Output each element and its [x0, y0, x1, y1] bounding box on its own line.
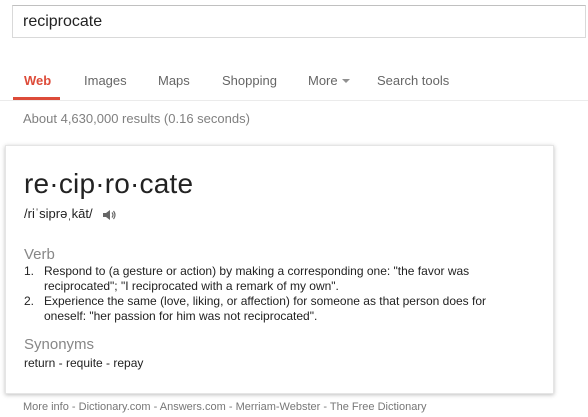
tab-search-tools[interactable]: Search tools: [377, 73, 449, 88]
tab-more[interactable]: More: [308, 73, 350, 88]
synonyms-list: return - requite - repay: [24, 356, 144, 370]
dictionary-sources: More info - Dictionary.com - Answers.com…: [23, 401, 427, 413]
pronunciation: /riˈsiprəˌkāt/: [24, 206, 93, 221]
tab-maps[interactable]: Maps: [158, 73, 190, 88]
separator: -: [225, 401, 236, 413]
definitions-list: 1. Respond to (a gesture or action) by m…: [24, 264, 524, 324]
dictionary-com-link[interactable]: Dictionary.com: [79, 401, 151, 413]
definition-item: 2. Experience the same (love, liking, or…: [24, 294, 524, 324]
definition-text: Respond to (a gesture or action) by maki…: [44, 264, 470, 293]
search-box[interactable]: [12, 5, 586, 38]
tab-more-label: More: [308, 73, 338, 88]
part-of-speech: Verb: [24, 246, 55, 263]
tab-shopping[interactable]: Shopping: [222, 73, 277, 88]
tab-web[interactable]: Web: [24, 73, 51, 88]
free-dictionary-link[interactable]: The Free Dictionary: [330, 401, 427, 413]
definition-text: Experience the same (love, liking, or af…: [44, 294, 487, 323]
definition-item: 1. Respond to (a gesture or action) by m…: [24, 264, 524, 294]
search-tabs: Web Images Maps Shopping More Search too…: [0, 62, 588, 100]
definition-number: 1.: [24, 264, 35, 278]
merriam-webster-link[interactable]: Merriam-Webster: [236, 401, 321, 413]
tabs-divider: [0, 100, 588, 101]
separator: -: [320, 401, 330, 413]
search-results-page: Web Images Maps Shopping More Search too…: [0, 0, 588, 417]
chevron-down-icon: [341, 79, 350, 83]
result-stats: About 4,630,000 results (0.16 seconds): [23, 111, 250, 126]
speaker-icon[interactable]: [102, 209, 116, 224]
definition-number: 2.: [24, 294, 35, 308]
search-input[interactable]: [23, 12, 563, 32]
pronunciation-row: /riˈsiprəˌkāt/: [24, 206, 116, 224]
more-info-link[interactable]: More info: [23, 401, 69, 413]
separator: -: [150, 401, 160, 413]
separator: -: [68, 401, 79, 413]
answers-com-link[interactable]: Answers.com: [160, 401, 226, 413]
dictionary-card: re·cip·ro·cate /riˈsiprəˌkāt/ Verb 1. Re…: [5, 145, 554, 394]
synonyms-heading: Synonyms: [24, 336, 95, 353]
dictionary-word: re·cip·ro·cate: [24, 168, 194, 199]
tab-images[interactable]: Images: [84, 73, 127, 88]
